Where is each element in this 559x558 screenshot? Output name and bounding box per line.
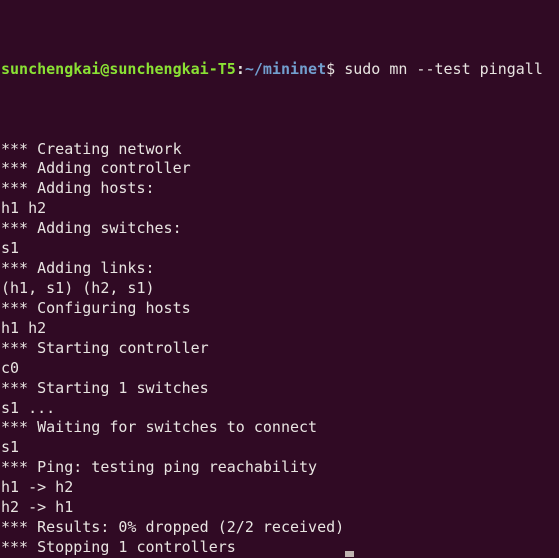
text-cursor — [345, 551, 354, 557]
terminal-line: *** Creating network — [1, 139, 182, 158]
terminal-line: *** Stopping 1 controllers — [1, 537, 236, 556]
terminal-line: *** Starting controller — [1, 338, 209, 357]
terminal-line: *** Adding links: — [1, 259, 155, 278]
terminal-line: *** Adding switches: — [1, 219, 182, 238]
prompt-path: ~/mininet — [244, 59, 327, 78]
terminal-line: h1 -> h2 — [1, 478, 83, 497]
command-input[interactable]: sudo mn --test pingall — [344, 60, 543, 78]
terminal-line: *** Adding hosts: — [1, 179, 155, 198]
terminal-line: *** Results: 0% dropped (2/2 received) — [1, 518, 345, 537]
terminal-line: *** Configuring hosts — [1, 298, 191, 317]
terminal-line: s1 — [1, 239, 29, 258]
prompt-line: sunchengkai@sunchengkai-T5:~/mininet$ su… — [0, 60, 559, 80]
terminal-line: *** Ping: testing ping reachability — [1, 458, 318, 477]
terminal-line: h1 h2 — [1, 199, 56, 218]
prompt-user-host: sunchengkai@sunchengkai-T5 — [1, 59, 236, 78]
terminal-line: h1 h2 — [1, 318, 56, 337]
terminal-line: h2 -> h1 — [1, 498, 83, 517]
terminal-window[interactable]: sunchengkai@sunchengkai-T5:~/mininet$ su… — [0, 0, 559, 558]
terminal-line: *** Waiting for switches to connect — [1, 418, 318, 437]
terminal-line: s1 — [1, 438, 29, 457]
terminal-line: *** Adding controller — [1, 159, 191, 178]
prompt-dollar: $ — [326, 59, 345, 78]
prompt-separator: : — [235, 59, 245, 78]
terminal-output: *** Creating network *** Adding controlle… — [0, 140, 559, 558]
terminal-line: (h1, s1) (h2, s1) — [1, 279, 164, 297]
terminal-line: *** Starting 1 switches — [1, 378, 209, 397]
terminal-line: s1 ... — [1, 398, 56, 417]
terminal-line: c0 — [1, 358, 29, 377]
